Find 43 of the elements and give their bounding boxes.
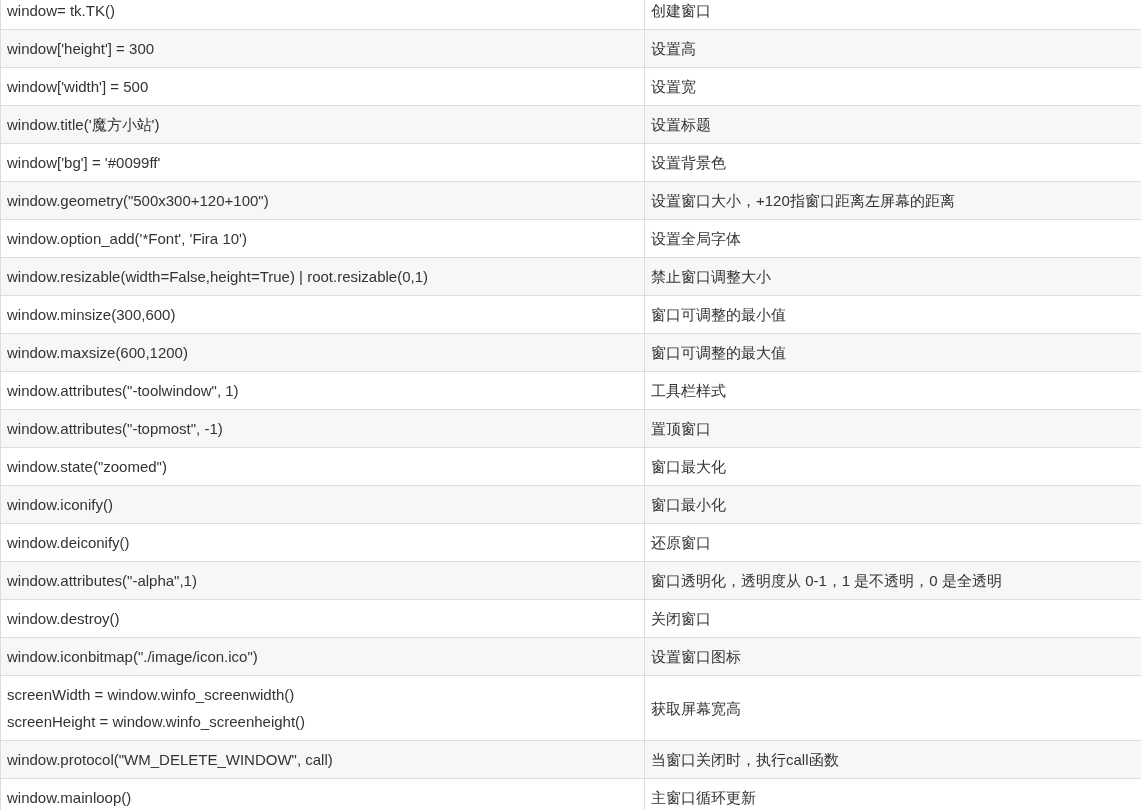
code-text: window['height'] = 300 xyxy=(7,39,155,59)
description-text: 关闭窗口 xyxy=(651,609,711,629)
description-text: 主窗口循环更新 xyxy=(651,788,756,808)
description-text: 窗口透明化，透明度从 0-1，1 是不透明，0 是全透明 xyxy=(651,571,1002,591)
description-text: 窗口最大化 xyxy=(651,457,726,477)
description-text: 创建窗口 xyxy=(651,1,711,21)
code-text: window.destroy() xyxy=(7,609,120,629)
description-text: 设置宽 xyxy=(651,77,696,97)
description-text: 设置标题 xyxy=(651,115,711,135)
code-text: window.geometry("500x300+120+100") xyxy=(7,191,269,211)
code-text: window.resizable(width=False,height=True) | root.resizable(0,1) xyxy=(7,267,429,287)
description-text: 置顶窗口 xyxy=(651,419,711,439)
description-text: 当窗口关闭时，执行call函数 xyxy=(651,750,839,770)
code-text: window.deiconify() xyxy=(7,533,130,553)
code-text: window.option_add('*Font', 'Fira 10') xyxy=(7,229,247,249)
code-text: window= tk.TK() xyxy=(7,1,115,21)
description-text: 窗口可调整的最小值 xyxy=(651,305,786,325)
code-text: window.minsize(300,600) xyxy=(7,305,176,325)
description-text: 还原窗口 xyxy=(651,533,711,553)
description-text: 禁止窗口调整大小 xyxy=(651,267,771,287)
description-text: 设置窗口大小，+120指窗口距离左屏幕的距离 xyxy=(651,191,955,211)
description-text: 设置高 xyxy=(651,39,696,59)
code-text: screenHeight = window.winfo_screenheight() xyxy=(7,712,306,732)
description-text: 设置窗口图标 xyxy=(651,647,741,667)
code-text: screenWidth = window.winfo_screenwidth() xyxy=(7,685,295,705)
description-text: 设置背景色 xyxy=(651,153,726,173)
code-text: window.iconify() xyxy=(7,495,113,515)
code-text: window.state("zoomed") xyxy=(7,457,167,477)
description-text: 窗口最小化 xyxy=(651,495,726,515)
description-text: 获取屏幕宽高 xyxy=(651,698,741,719)
code-text: window['bg'] = '#0099ff' xyxy=(7,153,161,173)
code-text: window.attributes("-alpha",1) xyxy=(7,571,197,591)
code-text: window.title('魔方小站') xyxy=(7,115,160,135)
description-text: 窗口可调整的最大值 xyxy=(651,343,786,363)
description-text: 设置全局字体 xyxy=(651,229,741,249)
code-text: window.attributes("-toolwindow", 1) xyxy=(7,381,239,401)
code-text: window.protocol("WM_DELETE_WINDOW", call) xyxy=(7,750,333,770)
code-text: window.maxsize(600,1200) xyxy=(7,343,188,363)
code-text: window['width'] = 500 xyxy=(7,77,149,97)
code-text: window.attributes("-topmost", -1) xyxy=(7,419,223,439)
code-text: window.mainloop() xyxy=(7,788,132,808)
description-text: 工具栏样式 xyxy=(651,381,726,401)
code-text: window.iconbitmap("./image/icon.ico") xyxy=(7,647,258,667)
